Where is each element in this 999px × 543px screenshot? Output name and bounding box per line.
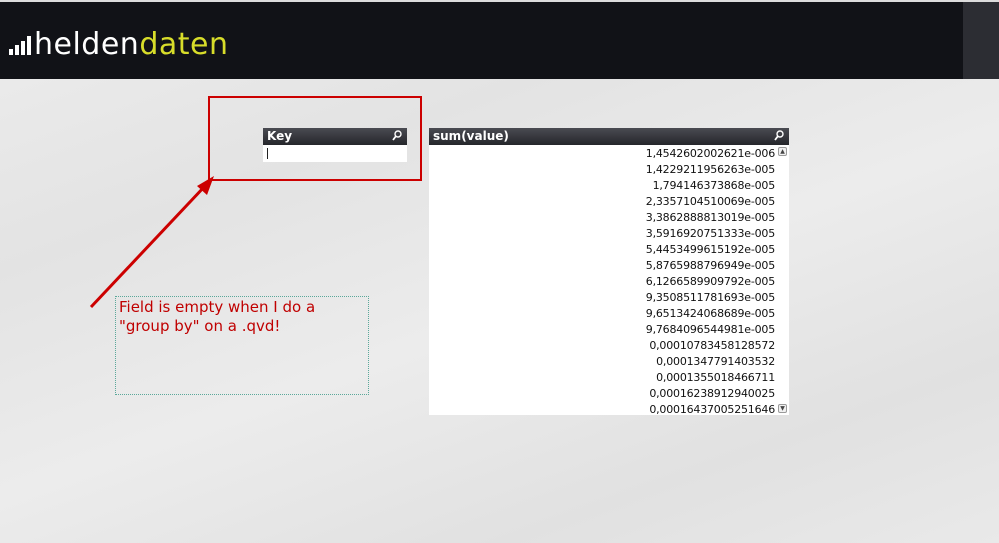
annotation-note-text: Field is empty when I do a "group by" on… [119,298,316,335]
annotation-note-box: Field is empty when I do a "group by" on… [115,296,369,395]
annotation-arrow [89,176,214,309]
